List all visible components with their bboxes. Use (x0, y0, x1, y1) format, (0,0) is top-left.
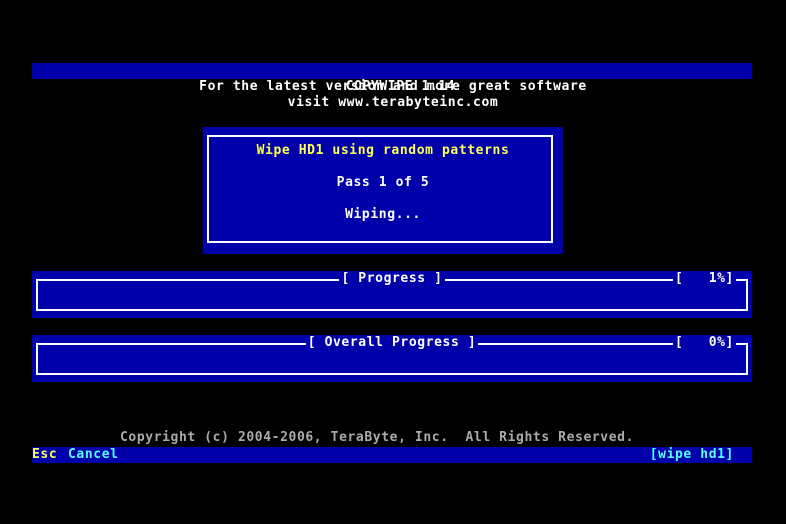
overall-progress-panel: [ Overall Progress ] [ 0%] (32, 335, 752, 382)
pass-indicator: Pass 1 of 5 (336, 175, 430, 190)
operation-context: [wipe hd1] (649, 447, 734, 462)
overall-progress-label: [ Overall Progress ] (305, 335, 479, 350)
cancel-action[interactable]: Cancel (68, 447, 119, 463)
tagline-line-2: visit www.terabyteinc.com (287, 95, 499, 110)
wipe-status-dialog: Wipe HD1 using random patterns Pass 1 of… (203, 127, 563, 254)
app-title-bar: COPYWIPE 1.14 (32, 63, 752, 94)
progress-percent: [ 1%] (673, 271, 736, 287)
overall-progress-percent: [ 0%] (673, 335, 736, 351)
dialog-title: Wipe HD1 using random patterns (256, 143, 510, 158)
esc-key-hint[interactable]: Esc (32, 447, 57, 463)
status-bar: Esc Cancel [wipe hd1] (32, 447, 752, 463)
wipe-status-text: Wiping... (345, 207, 421, 222)
copyright-notice: Copyright (c) 2004-2006, TeraByte, Inc. … (119, 430, 635, 445)
progress-label: [ Progress ] (339, 271, 445, 286)
tagline-line-1: For the latest version and more great so… (199, 79, 587, 94)
pass-progress-panel: [ Progress ] [ 1%] (32, 271, 752, 318)
